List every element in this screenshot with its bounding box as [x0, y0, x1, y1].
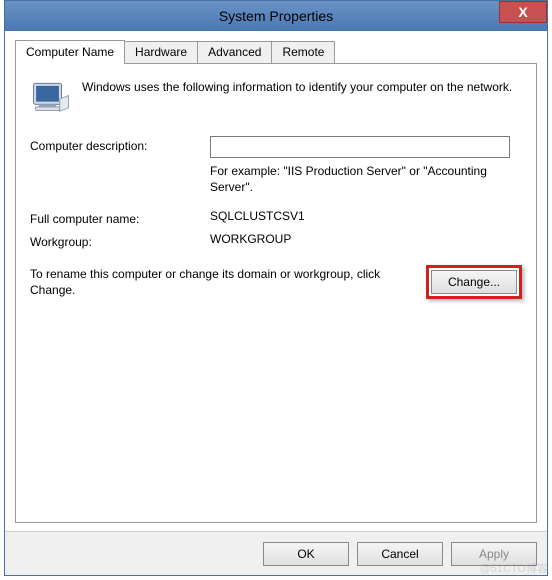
tab-computer-name[interactable]: Computer Name [15, 40, 125, 64]
row-full-computer-name: Full computer name: SQLCLUSTCSV1 [30, 209, 522, 226]
label-full-computer-name: Full computer name: [30, 209, 210, 226]
description-example: For example: "IIS Production Server" or … [210, 164, 522, 195]
value-workgroup: WORKGROUP [210, 232, 522, 246]
value-full-computer-name: SQLCLUSTCSV1 [210, 209, 522, 223]
apply-button[interactable]: Apply [451, 542, 537, 566]
window-title: System Properties [5, 8, 547, 24]
input-description[interactable] [210, 136, 510, 158]
computer-icon [30, 78, 72, 120]
change-description: To rename this computer or change its do… [30, 265, 418, 298]
label-description: Computer description: [30, 136, 210, 153]
dialog-footer: OK Cancel Apply [5, 531, 547, 575]
close-icon: X [518, 4, 527, 20]
tab-pane-computer-name: Windows uses the following information t… [15, 63, 537, 523]
change-button-highlight: Change... [426, 265, 522, 299]
change-button[interactable]: Change... [431, 270, 517, 294]
intro-row: Windows uses the following information t… [30, 78, 522, 120]
cancel-button[interactable]: Cancel [357, 542, 443, 566]
row-description: Computer description: [30, 136, 522, 158]
tab-advanced[interactable]: Advanced [197, 41, 272, 63]
change-row: To rename this computer or change its do… [30, 265, 522, 299]
label-workgroup: Workgroup: [30, 232, 210, 249]
system-properties-window: System Properties X Computer Name Hardwa… [4, 0, 548, 576]
tabstrip: Computer Name Hardware Advanced Remote [15, 41, 537, 63]
tab-hardware[interactable]: Hardware [124, 41, 198, 63]
close-button[interactable]: X [499, 1, 547, 23]
intro-text: Windows uses the following information t… [82, 78, 512, 120]
titlebar: System Properties X [5, 1, 547, 31]
client-area: Computer Name Hardware Advanced Remote W… [5, 31, 547, 531]
ok-button[interactable]: OK [263, 542, 349, 566]
tab-remote[interactable]: Remote [271, 41, 335, 63]
row-workgroup: Workgroup: WORKGROUP [30, 232, 522, 249]
